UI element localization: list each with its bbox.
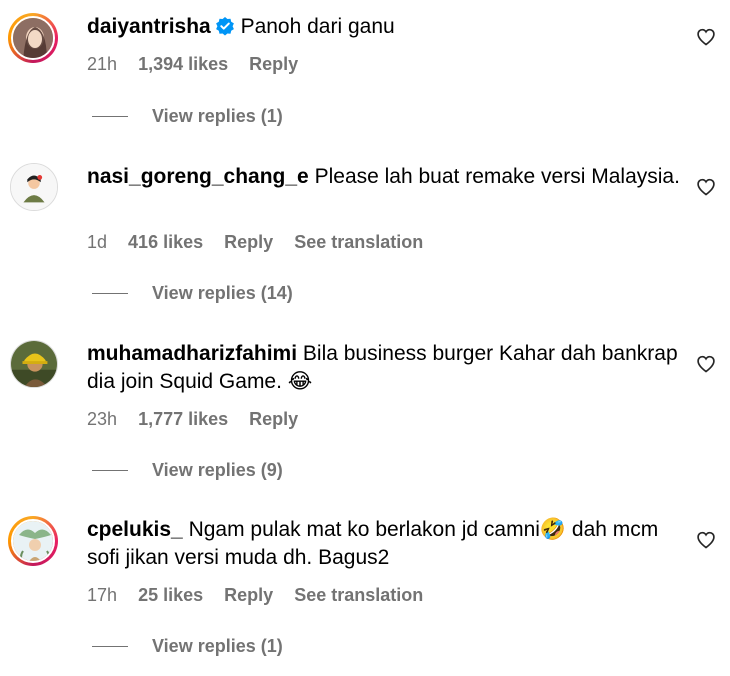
view-replies-label: View replies (1): [152, 636, 283, 656]
comment-time: 21h: [87, 54, 118, 74]
comment-meta: 17h 25 likes Reply See translation: [87, 585, 439, 606]
comment-text-block: daiyantrisha Panoh dari ganu: [87, 13, 687, 44]
comment-username[interactable]: nasi_goreng_chang_e: [87, 165, 309, 188]
comment-text-block: nasi_goreng_chang_e Please lah buat rema…: [87, 163, 687, 191]
likes-count[interactable]: 1,777 likes: [138, 409, 228, 429]
view-replies-button[interactable]: View replies (1): [92, 636, 283, 657]
avatar[interactable]: [8, 516, 58, 566]
heart-icon[interactable]: [696, 27, 716, 47]
see-translation-button[interactable]: See translation: [294, 232, 423, 252]
avatar-image: [11, 164, 57, 210]
view-replies-button[interactable]: View replies (1): [92, 106, 283, 127]
likes-count[interactable]: 416 likes: [128, 232, 203, 252]
heart-icon[interactable]: [696, 354, 716, 374]
avatar[interactable]: [10, 340, 58, 388]
comment-body: Panoh dari ganu: [240, 15, 395, 38]
reply-button[interactable]: Reply: [249, 409, 298, 429]
replies-divider: [92, 470, 128, 471]
replies-divider: [92, 116, 128, 117]
see-translation-button[interactable]: See translation: [294, 585, 423, 605]
comment-username[interactable]: cpelukis_: [87, 518, 183, 541]
comment-meta: 23h 1,777 likes Reply: [87, 409, 314, 430]
heart-icon[interactable]: [696, 177, 716, 197]
comment-time: 17h: [87, 585, 118, 605]
heart-icon[interactable]: [696, 530, 716, 550]
view-replies-button[interactable]: View replies (14): [92, 283, 293, 304]
likes-count[interactable]: 1,394 likes: [138, 54, 228, 74]
avatar-image: [11, 341, 57, 387]
comment-time: 23h: [87, 409, 118, 429]
replies-divider: [92, 293, 128, 294]
likes-count[interactable]: 25 likes: [138, 585, 203, 605]
reply-button[interactable]: Reply: [249, 54, 298, 74]
view-replies-button[interactable]: View replies (9): [92, 460, 283, 481]
comment-username[interactable]: daiyantrisha: [87, 15, 211, 38]
reply-button[interactable]: Reply: [224, 232, 273, 252]
replies-divider: [92, 646, 128, 647]
comment-text-block: cpelukis_ Ngam pulak mat ko berlakon jd …: [87, 516, 687, 572]
view-replies-label: View replies (9): [152, 460, 283, 480]
view-replies-label: View replies (1): [152, 106, 283, 126]
avatar[interactable]: [10, 163, 58, 211]
avatar-image: [11, 519, 55, 563]
view-replies-label: View replies (14): [152, 283, 293, 303]
comment-meta: 1d 416 likes Reply See translation: [87, 232, 439, 253]
reply-button[interactable]: Reply: [224, 585, 273, 605]
comment-time: 1d: [87, 232, 108, 252]
comment-text-block: muhamadharizfahimi Bila business burger …: [87, 340, 687, 396]
comment-body: Please lah buat remake versi Malaysia.: [314, 165, 680, 188]
avatar[interactable]: [8, 13, 58, 63]
comment-meta: 21h 1,394 likes Reply: [87, 54, 314, 75]
verified-badge-icon: [215, 16, 235, 44]
comment-username[interactable]: muhamadharizfahimi: [87, 342, 297, 365]
avatar-image: [11, 16, 55, 60]
